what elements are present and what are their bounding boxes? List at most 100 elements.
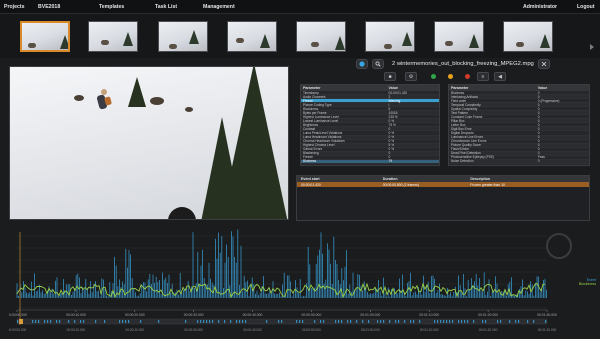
scrubber-mark [347, 320, 349, 323]
nav-management[interactable]: Management [203, 4, 235, 10]
scrubber-mark [203, 320, 205, 323]
scrubber-mark [296, 320, 298, 323]
logo-watermark-icon [546, 233, 572, 259]
blockiness-series [16, 282, 546, 299]
thumbnail-frame[interactable] [20, 21, 70, 52]
thumbnail-frame[interactable] [158, 21, 208, 52]
scrubber-mark [185, 320, 187, 323]
scrubber-mark [533, 320, 535, 323]
stop-icon: ■ [388, 74, 392, 80]
scrubber-mark [83, 320, 85, 323]
parameter-value: 0 [537, 159, 540, 164]
scrubber-mark [434, 320, 436, 323]
scrubber-mark [266, 320, 268, 323]
scrubber-mark [56, 320, 58, 323]
video-preview[interactable] [9, 66, 289, 220]
play-button[interactable] [356, 59, 368, 69]
audio-button[interactable]: ◀ [494, 72, 506, 81]
thumbnail-frame[interactable] [365, 21, 415, 52]
table-row[interactable]: Bluriness 79 [301, 159, 439, 164]
close-file-button[interactable] [538, 59, 550, 69]
parameter-table-right: Parameter Value Bluriness 0 Interlacing Ar… [448, 84, 590, 166]
search-button[interactable] [372, 59, 384, 69]
settings-button[interactable]: ⚙ [405, 72, 417, 81]
scrubber-tick-label: 00:01:30.000 [538, 328, 557, 332]
scrubber-mark [452, 320, 454, 323]
scrubber-mark [518, 320, 520, 323]
scrubber-tick-label: 00:01:20.000 [479, 328, 498, 332]
scrubber-mark [59, 320, 61, 323]
logout-button[interactable]: Logout [577, 4, 595, 10]
scrubber-mark [140, 320, 142, 323]
scrubber-mark [50, 320, 52, 323]
timeline-legend: Event Blockiness [579, 278, 596, 286]
scrubber-tick-label: 00:01:10.000 [420, 328, 439, 332]
events-table: Event start Duration Description 00:00:0… [296, 175, 590, 221]
timeline-graph[interactable]: 00:00:00.000 00:00:10.000 00:00:20.000 00:0… [9, 228, 589, 336]
scrubber-mark [527, 320, 529, 323]
scrubber-mark [104, 320, 106, 323]
thumbnail-strip [0, 14, 600, 58]
scrubber-mark [236, 320, 238, 323]
nav-task-list[interactable]: Task List [155, 4, 177, 10]
parameter-table-left: Parameter Value Timestamp 00:00:01.420 Aud… [300, 84, 440, 166]
scrubber-mark [515, 320, 517, 323]
scrubber-mark [230, 320, 232, 323]
table-row[interactable]: Noise Detection 0 [449, 159, 589, 164]
scroll-right-icon[interactable] [590, 44, 594, 50]
scrubber-mark [299, 320, 301, 323]
scrubber-mark [485, 320, 487, 323]
column-header-duration[interactable]: Duration [379, 177, 467, 181]
audio-icon: ◀ [498, 74, 502, 80]
parameter-name: Noise Detection [451, 159, 474, 164]
scrubber-mark [404, 320, 406, 323]
column-header-value[interactable]: Value [387, 86, 439, 90]
tick-label: 00:00:30.000 [184, 313, 204, 317]
scrubber-mark [458, 320, 460, 323]
stop-button[interactable]: ■ [384, 72, 396, 81]
scrubber-mark [47, 320, 49, 323]
thumbnail-frame[interactable] [503, 21, 553, 52]
nav-user[interactable]: Administrator [523, 4, 557, 10]
tick-label: 00:00:00.000 [9, 313, 27, 317]
status-yellow-indicator[interactable] [448, 74, 453, 79]
scrubber-mark [437, 320, 439, 323]
nav-project-name[interactable]: BVE2018 [38, 4, 60, 10]
parameter-name: Bluriness [303, 159, 317, 164]
thumbnail-frame[interactable] [227, 21, 277, 52]
thumbnail-frame[interactable] [434, 21, 484, 52]
play-icon [359, 61, 365, 67]
scrubber-mark [509, 320, 511, 323]
scrubber-tick-label: 00:00:00.000 [9, 328, 27, 332]
status-red-indicator[interactable] [465, 74, 470, 79]
event-marker[interactable] [19, 319, 23, 324]
nav-templates[interactable]: Templates [99, 4, 124, 10]
scrubber-mark [356, 320, 358, 323]
scrubber-mark [245, 320, 247, 323]
scrubber-mark [125, 320, 127, 323]
scrubber-mark [32, 320, 34, 323]
scrubber-mark [545, 320, 547, 323]
column-header-value[interactable]: Value [536, 86, 589, 90]
column-header-parameter[interactable]: Parameter [301, 86, 387, 90]
scrubber-mark [497, 320, 499, 323]
column-header-description[interactable]: Description [466, 177, 589, 181]
sliders-button[interactable]: ≡ [477, 72, 489, 81]
scrubber-mark [158, 320, 160, 323]
scrubber-mark [377, 320, 379, 323]
event-description: Frozen greater than 10 [470, 182, 505, 187]
column-header-event-start[interactable]: Event start [297, 177, 379, 181]
scrubber-mark [341, 320, 343, 323]
legend-item-blockiness[interactable]: Blockiness [579, 282, 596, 286]
thumbnail-frame[interactable] [296, 21, 346, 52]
scrubber-mark [95, 320, 97, 323]
column-header-parameter[interactable]: Parameter [449, 86, 536, 90]
scrubber-mark [119, 320, 121, 323]
nav-projects[interactable]: Projects [4, 4, 24, 10]
thumbnail-frame[interactable] [88, 21, 138, 52]
event-row[interactable]: 00:00:01.420 00:00:00.800 (2 frames) Fro… [297, 182, 589, 187]
parameter-value: 79 [388, 159, 393, 164]
status-green-indicator[interactable] [431, 74, 436, 79]
tick-label: 00:01:10.000 [419, 313, 439, 317]
scrubber-mark [200, 320, 202, 323]
